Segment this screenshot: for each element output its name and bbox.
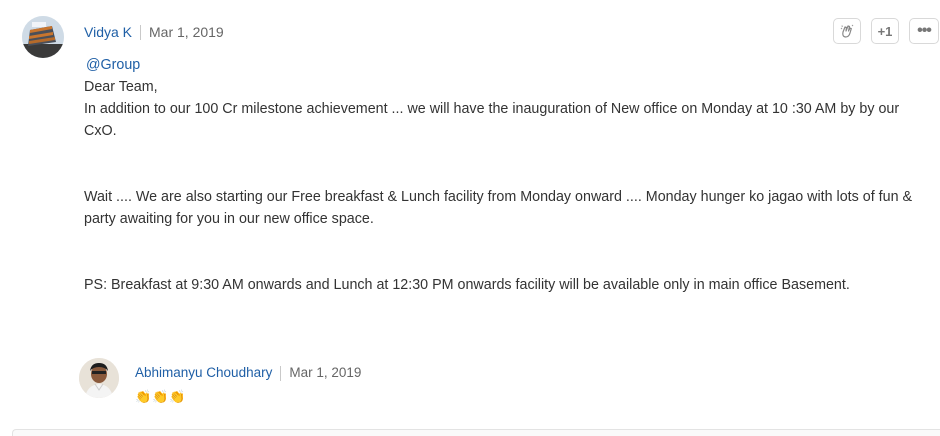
plus-one-button[interactable]: +1 xyxy=(871,18,899,44)
group-mention-link[interactable]: @Group xyxy=(86,54,932,76)
building-photo-icon xyxy=(22,16,64,58)
post-body: @Group Dear Team, In addition to our 100… xyxy=(84,54,932,296)
reply-meta: Abhimanyu Choudhary Mar 1, 2019 xyxy=(135,364,361,382)
author-name-link[interactable]: Vidya K xyxy=(84,23,132,41)
reply-date: Mar 1, 2019 xyxy=(289,365,362,380)
more-options-button[interactable]: ••• xyxy=(909,18,939,44)
greeting-text: Dear Team, xyxy=(84,79,158,95)
clapping-hands-icon xyxy=(840,24,854,38)
body-paragraph-1: In addition to our 100 Cr milestone achi… xyxy=(84,101,900,139)
reply-author-avatar[interactable] xyxy=(79,358,119,398)
post-date: Mar 1, 2019 xyxy=(149,24,224,40)
like-button[interactable] xyxy=(833,18,861,44)
meta-divider xyxy=(140,24,141,40)
author-avatar[interactable] xyxy=(22,16,64,58)
person-photo-icon xyxy=(79,358,119,398)
reply-reaction-emojis: 👏👏👏 xyxy=(135,389,187,404)
body-paragraph-2: Wait .... We are also starting our Free … xyxy=(84,189,913,227)
body-paragraph-3: PS: Breakfast at 9:30 AM onwards and Lun… xyxy=(84,277,850,293)
post-meta: Vidya K Mar 1, 2019 xyxy=(84,23,224,41)
reply-author-name-link[interactable]: Abhimanyu Choudhary xyxy=(135,364,272,382)
post-card: Vidya K Mar 1, 2019 +1 ••• @Group Dear T… xyxy=(0,0,940,436)
meta-divider xyxy=(280,365,282,381)
post-actions: +1 ••• xyxy=(833,18,939,44)
